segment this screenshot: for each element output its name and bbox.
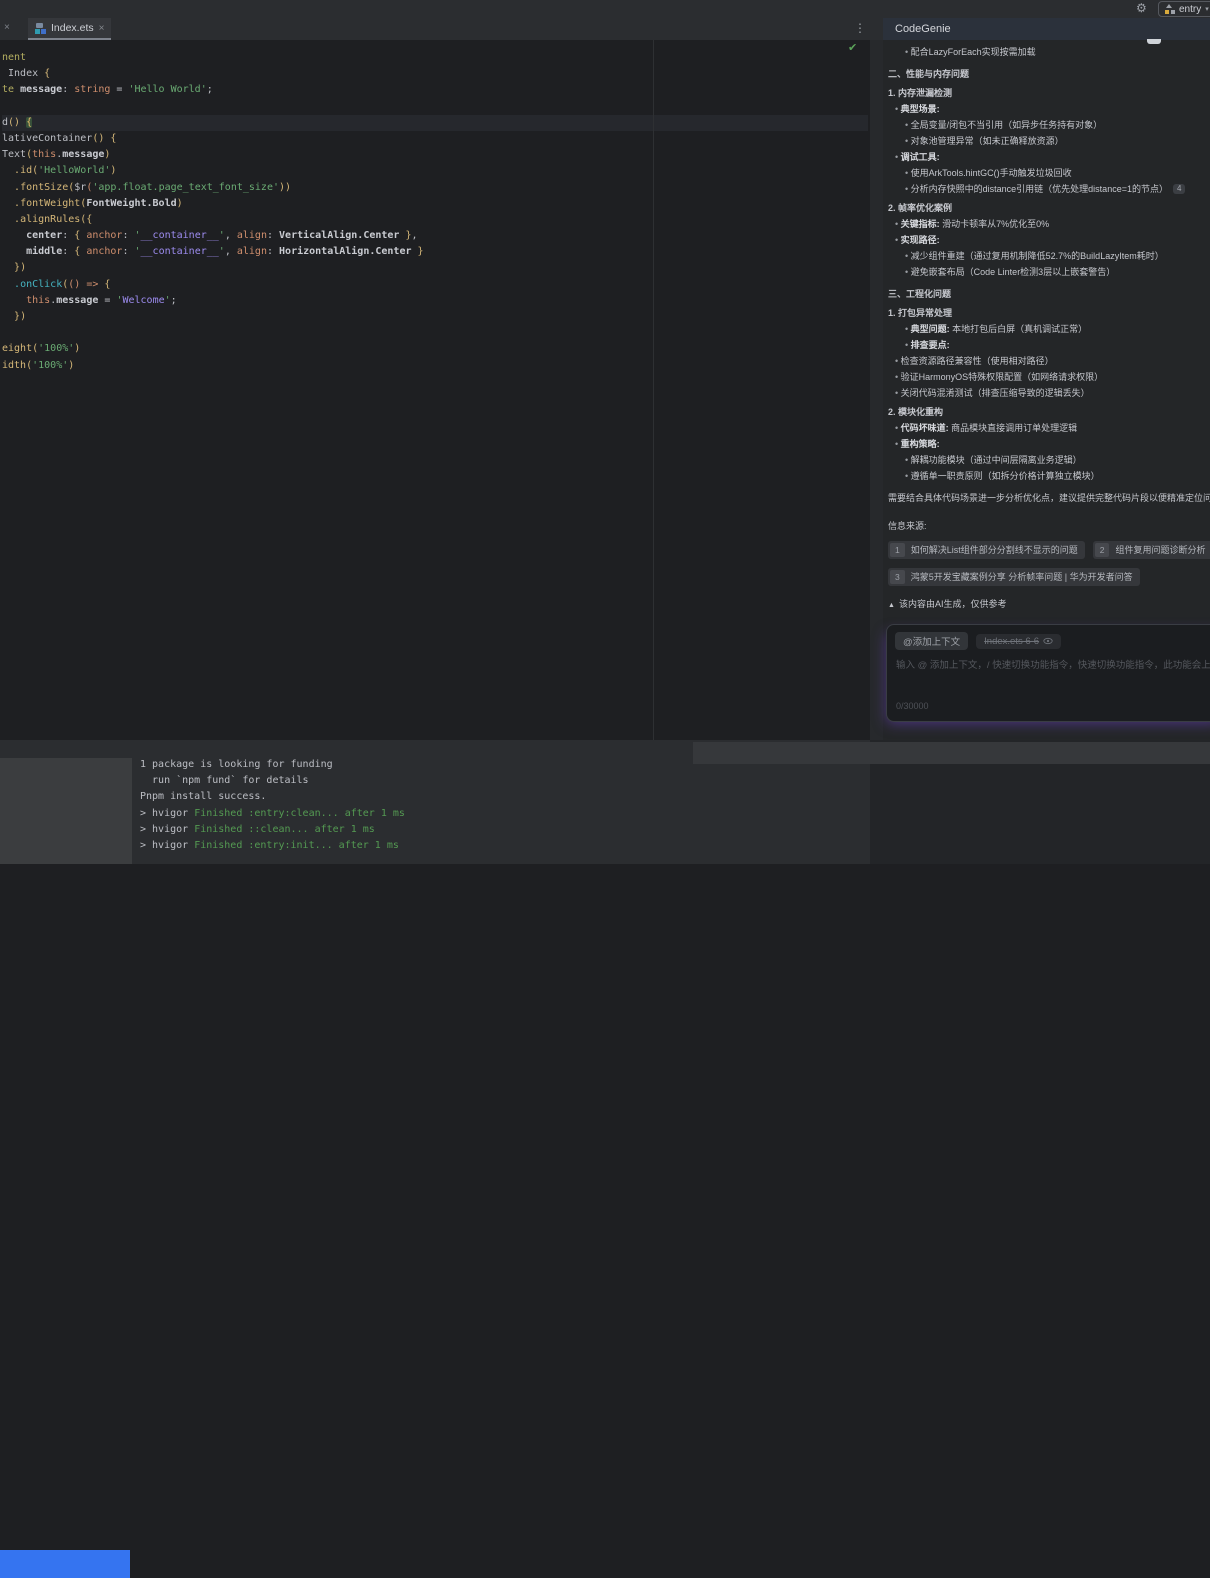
response-heading: 2. 模块化重构 (888, 406, 1210, 418)
chat-input-box[interactable]: @添加上下文 Index.ets 6-6 输入 @ 添加上下文，/ 快速切换功能… (886, 624, 1210, 722)
code-line: idth('100%') (2, 358, 868, 374)
editor-guide-line (653, 40, 654, 740)
response-heading: 1. 打包异常处理 (888, 307, 1210, 319)
code-line: Index { (2, 66, 868, 82)
code-line: eight('100%') (2, 341, 868, 357)
response-bullet: 代码坏味道: 商品模块直接调用订单处理逻辑 (888, 422, 1210, 434)
response-bullet: 解耦功能模块（通过中间层隔离业务逻辑） (888, 454, 1210, 466)
source-number: 3 (890, 570, 905, 584)
response-bullet: 关键指标: 滑动卡顿率从7%优化至0% (888, 218, 1210, 230)
code-line (2, 99, 868, 115)
response-bullet: 全局变量/闭包不当引用（如异步任务持有对象） (888, 119, 1210, 131)
code-line: te message: string = 'Hello World'; (2, 82, 868, 98)
response-bullet: 典型场景: (888, 103, 1210, 115)
run-configuration-selector[interactable]: entry ▾ (1158, 1, 1210, 17)
code-line: middle: { anchor: '__container__', align… (2, 244, 868, 260)
code-line: center: { anchor: '__container__', align… (2, 228, 868, 244)
sources-label: 信息来源: (888, 520, 1210, 532)
terminal-line: 1 package is looking for funding (140, 757, 1006, 773)
response-paragraph: 需要结合具体代码场景进一步分析优化点，建议提供完整代码片段以便精准定位问题 (888, 492, 1210, 504)
editor-scrollbar-gutter[interactable] (870, 40, 883, 740)
source-chip-row: 1如何解决List组件部分分割线不显示的问题 2组件复用问题诊断分析 (888, 541, 1210, 559)
response-bullet: 遵循单一职责原则（如拆分价格计算独立模块） (888, 470, 1210, 482)
response-bullet: 减少组件重建（通过复用机制降低52.7%的BuildLazyItem耗时） (888, 250, 1210, 262)
code-line: lativeContainer() { (2, 131, 868, 147)
response-bullet: 排查要点: (888, 339, 1210, 351)
code-line: .id('HelloWorld') (2, 163, 868, 179)
context-file-label: Index.ets 6-6 (984, 636, 1039, 647)
response-bullet: 调试工具: (888, 151, 1210, 163)
run-sidebar[interactable] (0, 758, 132, 864)
terminal-line: > hvigor Finished :entry:init... after 1… (140, 838, 1006, 854)
response-heading: 2. 帧率优化案例 (888, 202, 1210, 214)
code-line: .fontWeight(FontWeight.Bold) (2, 196, 868, 212)
ai-generated-warning: ▲该内容由AI生成，仅供参考 (888, 598, 1210, 612)
source-chip[interactable]: 2组件复用问题诊断分析 (1093, 541, 1210, 559)
source-chip[interactable]: 3鸿蒙5开发宝藏案例分享 分析帧率问题 | 华为开发者问答 (888, 568, 1140, 586)
response-heading: 1. 内存泄漏检测 (888, 87, 1210, 99)
code-line: .fontSize($r('app.float.page_text_font_s… (2, 180, 868, 196)
chat-input-placeholder: 输入 @ 添加上下文，/ 快速切换功能指令，快速切换功能指令，此功能会上传代码 (896, 657, 1210, 671)
response-bullet: 实现路径: (888, 234, 1210, 246)
code-line (2, 325, 868, 341)
source-chip[interactable]: 1如何解决List组件部分分割线不显示的问题 (888, 541, 1085, 559)
codegenie-response: 配合LazyForEach实现按需加载二、性能与内存问题 1. 内存泄漏检测典型场… (888, 42, 1210, 612)
response-bullet: 配合LazyForEach实现按需加载 (888, 46, 1210, 58)
tab-close-icon[interactable]: × (99, 23, 105, 34)
terminal-output[interactable]: 1 package is looking for funding run `np… (140, 757, 1006, 854)
code-line: }) (2, 309, 868, 325)
settings-gear-icon[interactable]: ⚙ (1136, 1, 1147, 15)
response-bullet: 对象池管理异常（如未正确释放资源） (888, 135, 1210, 147)
code-line: this.message = 'Welcome'; (2, 293, 868, 309)
terminal-line: > hvigor Finished :entry:clean... after … (140, 806, 1006, 822)
response-heading: 三、工程化问题 (888, 288, 1210, 300)
source-chip-row: 3鸿蒙5开发宝藏案例分享 分析帧率问题 | 华为开发者问答 (888, 568, 1210, 586)
eye-icon (1043, 636, 1053, 646)
response-bullet: 分析内存快照中的distance引用链（优先处理distance=1的节点）4 (888, 183, 1210, 195)
chevron-down-icon: ▾ (1205, 5, 1209, 13)
response-bullet: 典型问题: 本地打包后白屏（真机调试正常） (888, 323, 1210, 335)
warning-triangle-icon: ▲ (888, 602, 895, 609)
response-bullet: 检查资源路径兼容性（使用相对路径） (888, 355, 1210, 367)
terminal-line: Pnpm install success. (140, 789, 1006, 805)
ets-file-icon (35, 23, 46, 34)
terminal-line: > hvigor Finished ::clean... after 1 ms (140, 822, 1006, 838)
code-line: }) (2, 260, 868, 276)
code-line: nent (2, 50, 868, 66)
editor-more-menu-icon[interactable]: ⋮ (854, 21, 866, 35)
code-line: Text(this.message) (2, 147, 868, 163)
response-bullet: 重构策略: (888, 438, 1210, 450)
response-heading: 二、性能与内存问题 (888, 68, 1210, 80)
code-area: nent Index {te message: string = 'Hello … (2, 50, 868, 374)
citation-badge[interactable]: 4 (1173, 184, 1185, 194)
response-bullet: 使用ArkTools.hintGC()手动触发垃圾回收 (888, 167, 1210, 179)
add-context-chip[interactable]: @添加上下文 (895, 632, 968, 650)
tab-label: Index.ets (51, 22, 94, 34)
response-bullet: 验证HarmonyOS特殊权限配置（如网络请求权限） (888, 371, 1210, 383)
codegenie-header: CodeGenie (883, 18, 1210, 40)
response-bullet: 避免嵌套布局（Code Linter检测3层以上嵌套警告） (888, 266, 1210, 278)
char-counter: 0/30000 (896, 701, 929, 711)
run-sidebar-selected-item[interactable] (0, 1550, 130, 1578)
source-number: 1 (890, 543, 905, 557)
terminal-line: run `npm fund` for details (140, 773, 1006, 789)
codegenie-title: CodeGenie (883, 23, 951, 35)
code-line: .alignRules({ (2, 212, 868, 228)
context-file-chip[interactable]: Index.ets 6-6 (976, 634, 1061, 649)
code-line: .onClick(() => { (2, 277, 868, 293)
code-editor[interactable]: nent Index {te message: string = 'Hello … (0, 40, 870, 740)
run-configuration-label: entry (1179, 4, 1201, 15)
code-line: d() { (2, 115, 868, 131)
left-close-icon[interactable]: × (4, 23, 10, 33)
editor-tab-index-ets[interactable]: Index.ets × (28, 18, 111, 40)
inspection-ok-check-icon[interactable]: ✔ (848, 41, 857, 54)
source-number: 2 (1095, 543, 1110, 557)
main-toolbar (0, 0, 1210, 18)
response-bullet: 关闭代码混淆测试（排查压缩导致的逻辑丢失） (888, 387, 1210, 399)
module-icon (1165, 4, 1175, 14)
